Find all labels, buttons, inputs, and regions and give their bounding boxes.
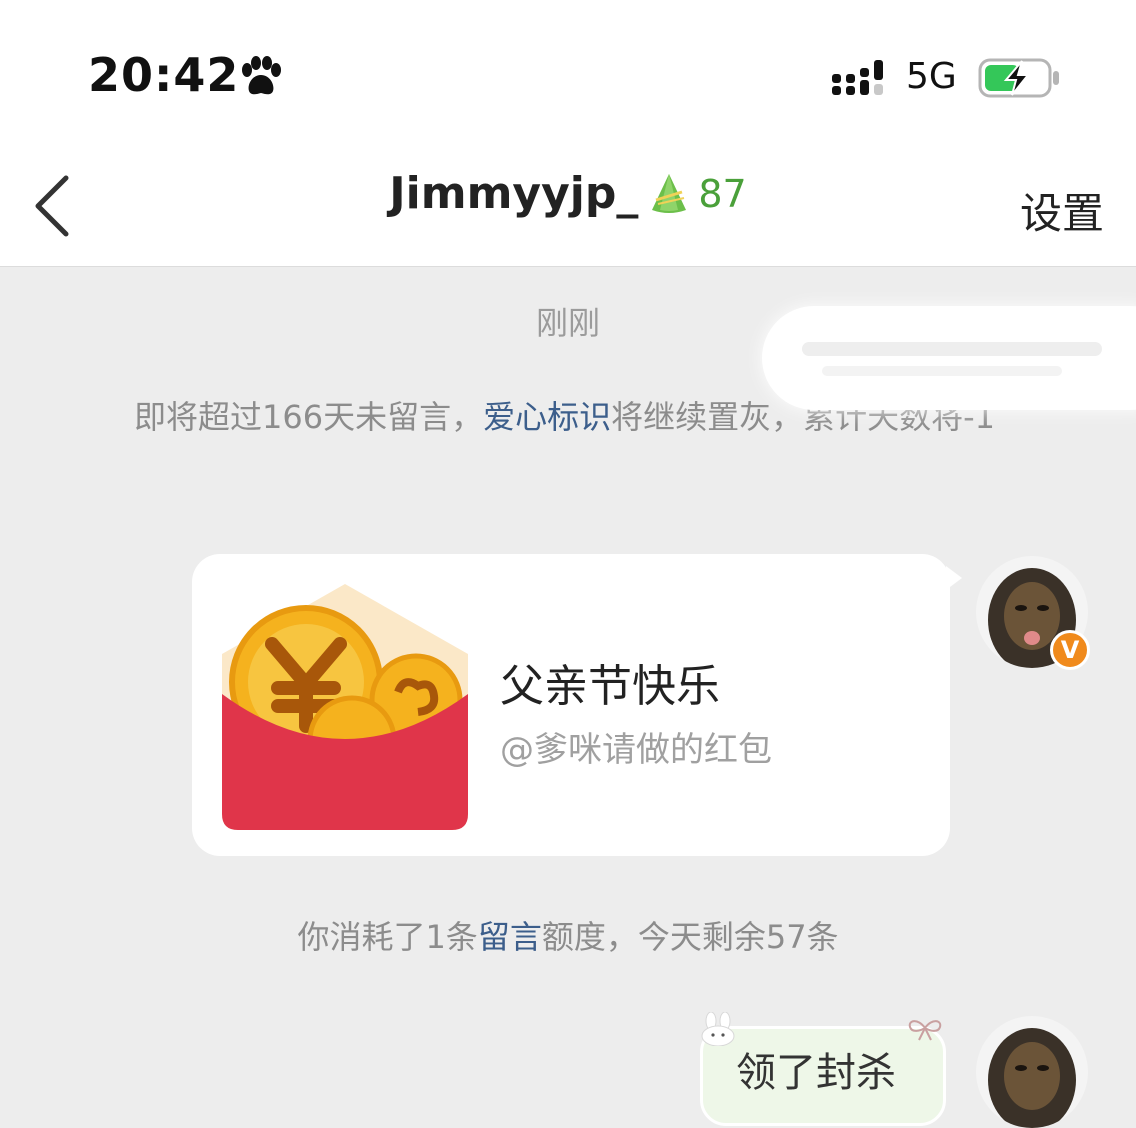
- nav-bar: Jimmyyjp_ 87 设置: [0, 140, 1136, 267]
- bow-icon: [908, 1020, 942, 1041]
- level-number: 87: [698, 171, 747, 216]
- quota-prefix: 你消耗了1条: [297, 918, 478, 956]
- page-title: Jimmyyjp_: [389, 168, 639, 219]
- paw-icon: [242, 56, 281, 95]
- red-packet-title: 父亲节快乐: [500, 661, 720, 712]
- quota-suffix: 额度，今天剩余57条: [541, 918, 839, 956]
- quota-notice: 你消耗了1条留言额度，今天剩余57条: [0, 912, 1136, 958]
- blurred-toast: [762, 306, 1136, 410]
- zongzi-icon: [652, 173, 687, 213]
- battery-charging-icon: [978, 58, 1059, 98]
- status-time: 20:42: [88, 48, 240, 102]
- message-quota-link[interactable]: 留言: [478, 918, 542, 956]
- settings-button[interactable]: 设置: [1020, 180, 1104, 241]
- toast-blur-line: [822, 366, 1062, 376]
- red-packet-subtitle: @爹咪请做的红包: [500, 730, 772, 770]
- network-label: 5G: [906, 56, 957, 97]
- red-packet-icon: [222, 584, 468, 830]
- signal-icon: [832, 60, 883, 95]
- nav-title-group: Jimmyyjp_ 87: [0, 168, 1136, 219]
- notice-prefix: 即将超过166天未留言，: [134, 398, 484, 436]
- heart-badge-link[interactable]: 爱心标识: [483, 398, 611, 436]
- avatar[interactable]: [976, 1016, 1088, 1128]
- toast-blur-line: [802, 342, 1102, 356]
- status-bar: 20:42 5G: [0, 0, 1136, 140]
- verified-badge: V: [1050, 630, 1090, 670]
- avatar-image: [988, 1028, 1076, 1128]
- message-text: 领了封杀: [736, 1050, 896, 1096]
- bubble-tail: [946, 566, 962, 590]
- bunny-icon: [701, 1012, 735, 1046]
